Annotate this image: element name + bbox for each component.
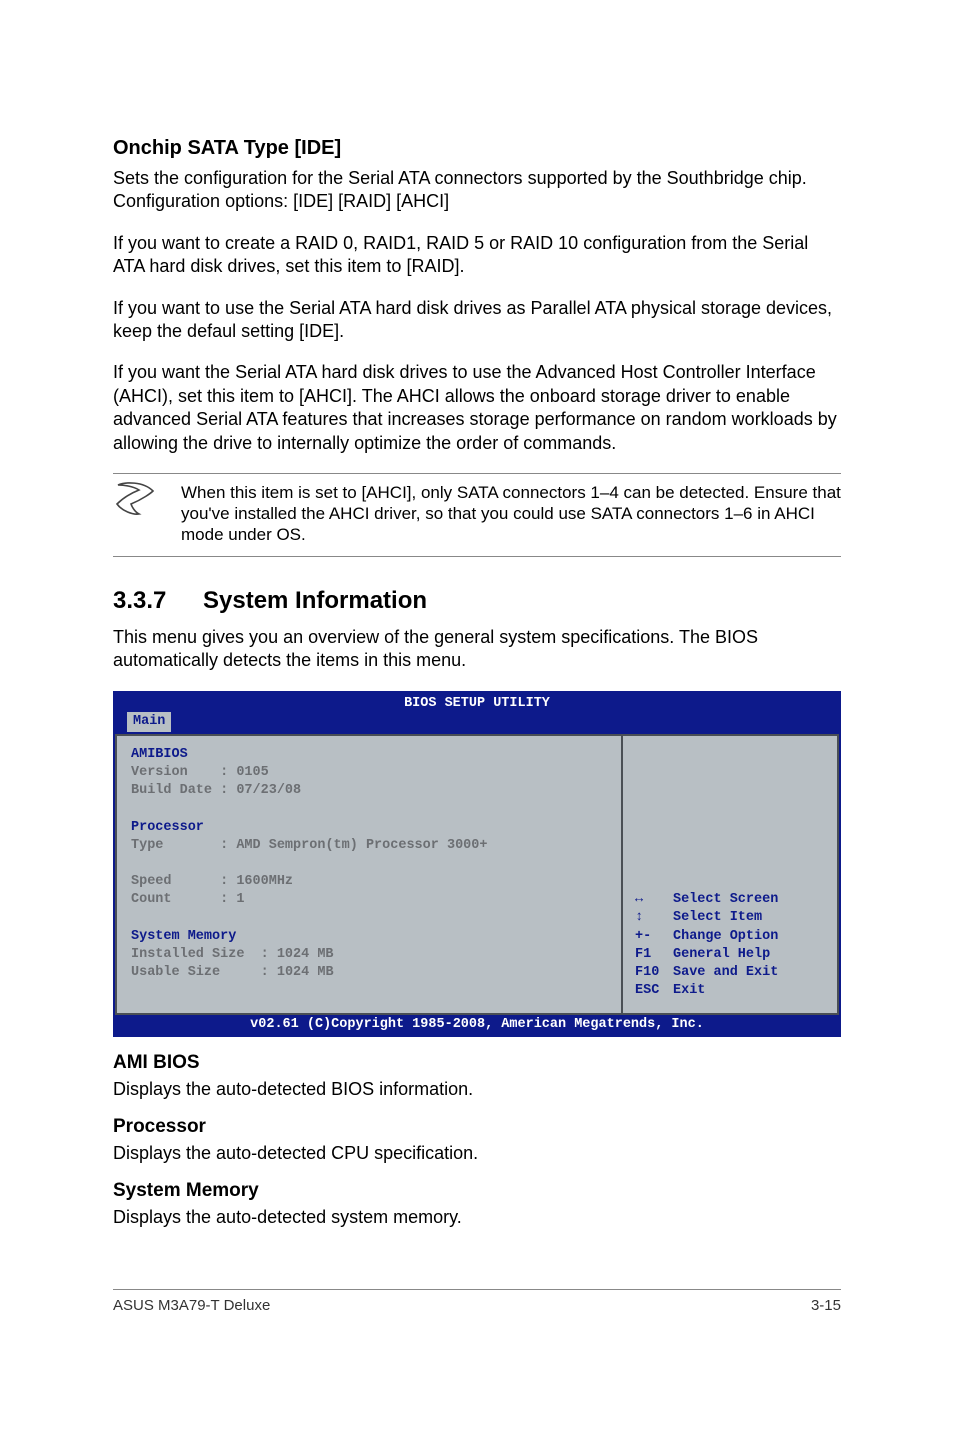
version-value: 0105 (236, 765, 268, 780)
para-config-desc: Sets the configuration for the Serial AT… (113, 167, 841, 214)
section-intro: This menu gives you an overview of the g… (113, 626, 841, 673)
help-plusminus-key: +- (635, 928, 673, 946)
help-select-screen: ↔Select Screen (635, 891, 778, 909)
builddate-value: 07/23/08 (236, 783, 301, 798)
arrow-up-down-icon: ↕ (635, 909, 673, 927)
bios-installed-row: Installed Size : 1024 MB (131, 946, 607, 964)
heading-processor: Processor (113, 1115, 841, 1140)
arrow-left-right-icon: ↔ (635, 891, 673, 909)
para-ide: If you want to use the Serial ATA hard d… (113, 297, 841, 344)
spacer (131, 910, 607, 928)
footer-page: 3-15 (811, 1296, 841, 1316)
bios-help-pane: ↔Select Screen ↕Select Item +-Change Opt… (621, 734, 839, 1015)
version-label: Version (131, 765, 188, 780)
help-f10-key: F10 (635, 964, 673, 982)
type-label: Type (131, 838, 163, 853)
para-sysmem: Displays the auto-detected system memory… (113, 1206, 841, 1229)
sysmem-heading: System Memory (131, 928, 607, 946)
page-footer: ASUS M3A79-T Deluxe 3-15 (113, 1289, 841, 1316)
count-label: Count (131, 892, 172, 907)
bios-count-row: Count : 1 (131, 891, 607, 909)
count-value: 1 (236, 892, 244, 907)
help-select-item-label: Select Item (673, 910, 762, 925)
heading-onchip-sata: Onchip SATA Type [IDE] (113, 135, 841, 161)
para-ahci: If you want the Serial ATA hard disk dri… (113, 361, 841, 455)
help-f1-key: F1 (635, 946, 673, 964)
note-block: When this item is set to [AHCI], only SA… (113, 473, 841, 557)
section-heading: 3.3.7System Information (113, 585, 841, 616)
help-select-item: ↕Select Item (635, 909, 778, 927)
bios-type-row: Type : AMD Sempron(tm) Processor 3000+ (131, 837, 607, 855)
note-icon (113, 482, 157, 522)
usable-value: 1024 MB (277, 965, 334, 980)
help-select-screen-label: Select Screen (673, 892, 778, 907)
bios-screen: BIOS SETUP UTILITY Main AMIBIOS Version … (113, 691, 841, 1037)
builddate-label: Build Date (131, 783, 212, 798)
heading-sysmem: System Memory (113, 1179, 841, 1204)
help-change-option-label: Change Option (673, 929, 778, 944)
spacer (131, 855, 607, 873)
help-save-exit: F10Save and Exit (635, 964, 778, 982)
bios-version-row: Version : 0105 (131, 764, 607, 782)
installed-value: 1024 MB (277, 947, 334, 962)
help-save-exit-label: Save and Exit (673, 965, 778, 980)
bios-footer: v02.61 (C)Copyright 1985-2008, American … (115, 1015, 839, 1036)
installed-label: Installed Size (131, 947, 244, 962)
bios-left-pane: AMIBIOS Version : 0105 Build Date : 07/2… (115, 734, 621, 1015)
para-raid: If you want to create a RAID 0, RAID1, R… (113, 232, 841, 279)
bios-tabbar: Main (115, 712, 839, 732)
bios-title: BIOS SETUP UTILITY (115, 693, 839, 713)
processor-heading: Processor (131, 819, 607, 837)
heading-amibios: AMI BIOS (113, 1051, 841, 1076)
section-number: 3.3.7 (113, 585, 203, 616)
help-general-help: F1General Help (635, 946, 778, 964)
para-processor: Displays the auto-detected CPU specifica… (113, 1142, 841, 1165)
speed-label: Speed (131, 874, 172, 889)
bios-builddate-row: Build Date : 07/23/08 (131, 782, 607, 800)
help-general-help-label: General Help (673, 947, 770, 962)
help-exit: ESCExit (635, 982, 778, 1000)
section-title: System Information (203, 587, 427, 614)
speed-value: 1600MHz (236, 874, 293, 889)
para-amibios: Displays the auto-detected BIOS informat… (113, 1078, 841, 1101)
type-value: AMD Sempron(tm) Processor 3000+ (236, 838, 487, 853)
help-exit-label: Exit (673, 983, 705, 998)
bios-tab-main[interactable]: Main (127, 712, 171, 732)
bios-usable-row: Usable Size : 1024 MB (131, 964, 607, 982)
note-text: When this item is set to [AHCI], only SA… (181, 482, 841, 546)
spacer (131, 800, 607, 818)
usable-label: Usable Size (131, 965, 220, 980)
help-esc-key: ESC (635, 982, 673, 1000)
amibios-heading: AMIBIOS (131, 746, 607, 764)
bios-speed-row: Speed : 1600MHz (131, 873, 607, 891)
help-change-option: +-Change Option (635, 928, 778, 946)
footer-product: ASUS M3A79-T Deluxe (113, 1296, 270, 1316)
